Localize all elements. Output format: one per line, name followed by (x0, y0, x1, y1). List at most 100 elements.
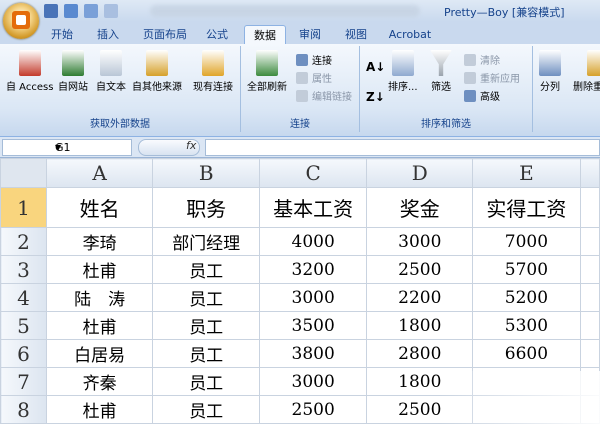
column-header-e[interactable]: E (472, 158, 581, 188)
cell-e1[interactable]: 实得工资 (472, 187, 581, 228)
customize-qat-icon[interactable] (104, 4, 118, 18)
save-icon[interactable] (44, 4, 58, 18)
from-access-button[interactable]: 自 Access (6, 50, 53, 93)
row-header-3[interactable]: 3 (0, 255, 47, 284)
tab-formulas[interactable]: 公式 (203, 25, 231, 44)
redo-icon[interactable] (84, 4, 98, 18)
select-all-corner[interactable] (0, 158, 47, 188)
row-header-6[interactable]: 6 (0, 339, 47, 368)
text-to-columns-button[interactable]: 分列 (539, 50, 561, 93)
cell-a1[interactable]: 姓名 (45, 187, 154, 228)
clear-button[interactable]: 清除 (464, 52, 500, 67)
table-cell[interactable] (472, 395, 581, 424)
office-button[interactable] (3, 3, 39, 39)
table-cell[interactable]: 员工 (152, 283, 261, 312)
from-text-button[interactable]: 自文本 (96, 50, 126, 93)
table-cell[interactable] (579, 311, 600, 340)
connections-button[interactable]: 连接 (296, 52, 332, 67)
tab-view[interactable]: 视图 (342, 25, 370, 44)
filter-button[interactable]: 筛选 (430, 50, 452, 93)
properties-button[interactable]: 属性 (296, 70, 332, 85)
table-cell[interactable]: 6600 (472, 339, 581, 368)
reapply-button[interactable]: 重新应用 (464, 70, 520, 85)
table-cell[interactable]: 员工 (152, 395, 261, 424)
refresh-all-button[interactable]: 全部刷新 (247, 50, 287, 93)
table-cell[interactable]: 2200 (366, 283, 474, 312)
chevron-down-icon[interactable]: ▼ (55, 140, 128, 155)
cell-b1[interactable]: 职务 (152, 187, 261, 228)
table-cell[interactable]: 3000 (259, 367, 368, 396)
table-cell[interactable]: 1800 (366, 311, 474, 340)
table-cell[interactable]: 3500 (259, 311, 368, 340)
sort-descending-icon[interactable]: Z↓ (366, 90, 385, 104)
column-header-f[interactable] (579, 158, 600, 188)
insert-function-icon[interactable]: fx (186, 139, 196, 152)
table-cell[interactable]: 5200 (472, 283, 581, 312)
table-cell[interactable]: 3000 (259, 283, 368, 312)
tab-insert[interactable]: 插入 (94, 25, 122, 44)
cell-f1[interactable] (579, 187, 600, 228)
tab-review[interactable]: 审阅 (296, 25, 324, 44)
table-cell[interactable]: 2500 (366, 395, 474, 424)
table-cell[interactable]: 5300 (472, 311, 581, 340)
table-cell[interactable]: 2500 (366, 255, 474, 284)
title-bar: Pretty—Boy [兼容模式] (0, 0, 600, 22)
table-cell[interactable] (579, 339, 600, 368)
group-label-connections: 连接 (290, 119, 310, 130)
sort-button[interactable]: 排序... (388, 50, 418, 93)
table-cell[interactable] (579, 255, 600, 284)
existing-connections-button[interactable]: 现有连接 (193, 50, 233, 93)
cell-d1[interactable]: 奖金 (366, 187, 474, 228)
table-cell[interactable] (579, 227, 600, 256)
table-cell[interactable]: 5700 (472, 255, 581, 284)
row-header-8[interactable]: 8 (0, 395, 47, 424)
table-cell[interactable] (472, 367, 581, 396)
edit-links-button[interactable]: 编辑链接 (296, 88, 352, 103)
name-box[interactable]: G1 ▼ (2, 139, 132, 156)
remove-duplicates-button[interactable]: 删除重复项 (573, 50, 600, 93)
table-cell[interactable]: 3200 (259, 255, 368, 284)
table-cell[interactable]: 部门经理 (152, 227, 261, 256)
table-cell[interactable]: 员工 (152, 311, 261, 340)
row-header-5[interactable]: 5 (0, 311, 47, 340)
table-cell[interactable]: 4000 (259, 227, 368, 256)
table-cell[interactable]: 员工 (152, 255, 261, 284)
table-cell[interactable]: 3800 (259, 339, 368, 368)
tab-home[interactable]: 开始 (48, 25, 76, 44)
table-cell[interactable]: 7000 (472, 227, 581, 256)
table-cell[interactable]: 杜甫 (45, 255, 154, 284)
table-cell[interactable]: 杜甫 (45, 395, 154, 424)
cell-c1[interactable]: 基本工资 (259, 187, 368, 228)
table-cell[interactable]: 白居易 (45, 339, 154, 368)
table-cell[interactable]: 3000 (366, 227, 474, 256)
table-cell[interactable]: 1800 (366, 367, 474, 396)
table-cell[interactable]: 杜甫 (45, 311, 154, 340)
from-web-button[interactable]: 自网站 (58, 50, 88, 93)
tab-data[interactable]: 数据 (244, 25, 286, 45)
tab-page-layout[interactable]: 页面布局 (140, 25, 190, 44)
row-header-7[interactable]: 7 (0, 367, 47, 396)
row-header-4[interactable]: 4 (0, 283, 47, 312)
column-header-a[interactable]: A (45, 158, 154, 188)
row-header-2[interactable]: 2 (0, 227, 47, 256)
undo-icon[interactable] (64, 4, 78, 18)
row-header-1[interactable]: 1 (0, 187, 47, 228)
table-cell[interactable]: 2500 (259, 395, 368, 424)
table-cell[interactable] (579, 395, 600, 424)
tab-acrobat[interactable]: Acrobat (388, 25, 432, 44)
formula-input[interactable] (205, 139, 600, 156)
column-header-d[interactable]: D (366, 158, 474, 188)
table-cell[interactable]: 员工 (152, 339, 261, 368)
advanced-button[interactable]: 高级 (464, 88, 500, 103)
table-cell[interactable] (579, 283, 600, 312)
table-cell[interactable]: 员工 (152, 367, 261, 396)
table-cell[interactable]: 陆 涛 (45, 283, 154, 312)
from-other-sources-button[interactable]: 自其他来源 (132, 50, 182, 93)
table-cell[interactable] (579, 367, 600, 396)
table-cell[interactable]: 齐秦 (45, 367, 154, 396)
column-header-c[interactable]: C (259, 158, 368, 188)
table-cell[interactable]: 李琦 (45, 227, 154, 256)
column-header-b[interactable]: B (152, 158, 261, 188)
sort-ascending-icon[interactable]: A↓ (366, 60, 385, 74)
table-cell[interactable]: 2800 (366, 339, 474, 368)
